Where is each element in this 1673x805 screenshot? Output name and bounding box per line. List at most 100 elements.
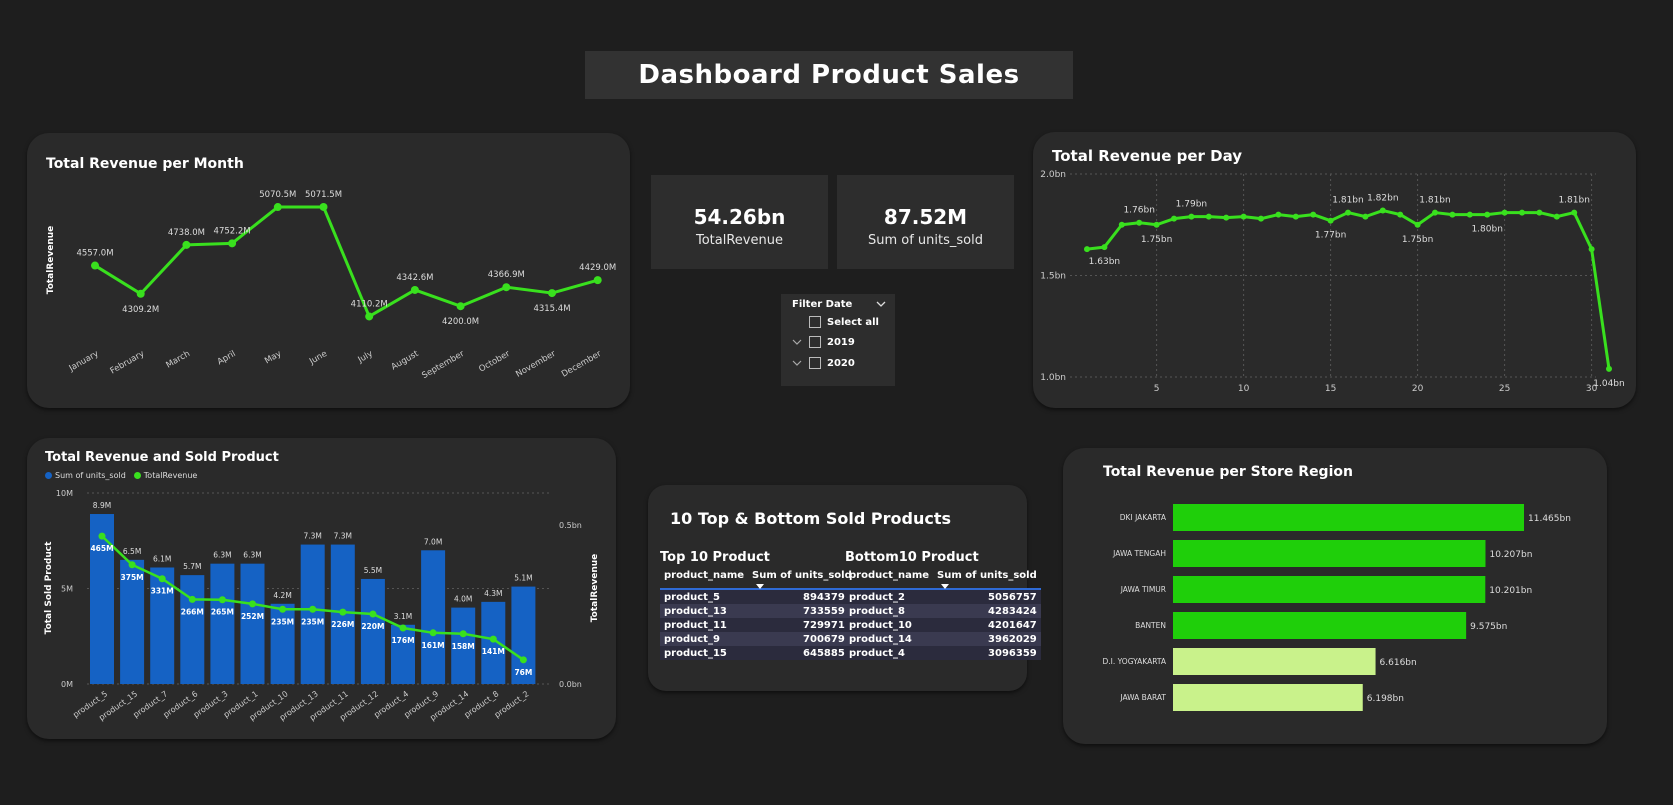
sort-desc-icon[interactable]: [941, 584, 950, 589]
table-row[interactable]: product_4 3096359: [845, 646, 1041, 660]
data-point: [1310, 211, 1317, 218]
units-sold-cell: 6458854: [803, 647, 852, 659]
y-tick-label: 1.5bn: [1040, 272, 1066, 282]
product-name-cell: product_9: [664, 633, 720, 645]
line-label: 220M: [361, 622, 384, 631]
table-row[interactable]: product_9 7006798: [660, 632, 856, 646]
data-point: [1153, 221, 1160, 228]
table-row[interactable]: product_15 6458854: [660, 646, 856, 660]
kpi-label: TotalRevenue: [696, 233, 783, 248]
data-point: [519, 656, 527, 664]
line-label: 158M: [452, 642, 475, 651]
column-header-label: Sum of units_sold: [937, 570, 1037, 581]
bar-label: 7.0M: [424, 537, 442, 546]
revenue-and-sold-product-card[interactable]: Total Revenue and Sold Product Sum of un…: [27, 438, 616, 739]
data-point: [91, 261, 99, 270]
checkbox[interactable]: [809, 336, 821, 348]
bar: [1173, 576, 1486, 603]
table-row[interactable]: product_2 5056757: [845, 589, 1041, 604]
data-point: [593, 276, 602, 285]
filter-item-2019[interactable]: 2019: [791, 336, 855, 348]
data-point: [1484, 211, 1491, 218]
category-label: BANTEN: [1135, 621, 1166, 630]
data-point: [1519, 209, 1525, 216]
revenue-per-region-card[interactable]: Total Revenue per Store Region DKI JAKAR…: [1063, 448, 1607, 744]
checkbox[interactable]: [809, 357, 821, 369]
data-label: 1.82bn: [1367, 194, 1398, 204]
product-name-cell: product_8: [849, 605, 905, 617]
bar-label: 5.1M: [514, 574, 532, 583]
filter-item-label: Select all: [827, 316, 879, 328]
x-tick-label: April: [216, 349, 238, 367]
data-point: [369, 610, 377, 618]
data-point: [218, 596, 226, 604]
line-label: 265M: [211, 608, 234, 617]
chevron-down-icon[interactable]: [781, 294, 895, 314]
data-label: 1.79bn: [1176, 200, 1207, 210]
data-point: [309, 605, 317, 613]
table-row[interactable]: product_5 8943791: [660, 589, 856, 604]
y-axis-title: TotalRevenue: [46, 226, 56, 295]
revenue-per-day-card[interactable]: Total Revenue per Day 1.0bn 1.5bn 2.0bn 5 10…: [1033, 132, 1636, 408]
line-label: 176M: [391, 636, 414, 645]
line-label: 465M: [90, 544, 113, 553]
table-row[interactable]: product_14 3962029: [845, 632, 1041, 646]
table-row[interactable]: product_10 4201647: [845, 618, 1041, 632]
y2-tick-label: 0.5bn: [559, 521, 582, 530]
bar-label: 9.575bn: [1470, 622, 1507, 632]
revenue-per-region-chart[interactable]: DKI JAKARTA 11.465bn JAWA TENGAH 10.207bn JA…: [1063, 448, 1607, 744]
kpi-units-sold[interactable]: 87.52M Sum of units_sold: [837, 175, 1014, 269]
y-tick-label: 5M: [61, 585, 73, 594]
table-row[interactable]: product_11 7299714: [660, 618, 856, 632]
category-label: D.I. YOGYAKARTA: [1103, 657, 1167, 666]
data-point: [1240, 213, 1247, 220]
kpi-label: Sum of units_sold: [867, 233, 983, 248]
bar: [1173, 612, 1467, 639]
data-point: [1084, 246, 1090, 253]
data-label: 4429.0M: [579, 263, 616, 273]
data-point: [502, 283, 511, 292]
sort-desc-icon[interactable]: [756, 584, 765, 589]
data-point: [273, 203, 282, 212]
filter-item-select-all[interactable]: Select all: [809, 316, 879, 328]
table-row[interactable]: product_13 7335594: [660, 604, 856, 618]
line-label: 252M: [241, 612, 264, 621]
bar-label: 10.201bn: [1489, 586, 1532, 596]
table-row[interactable]: product_8 4283424: [845, 604, 1041, 618]
filter-date-slicer[interactable]: Filter Date Select all 2019 2020: [781, 294, 895, 386]
kpi-value: 54.26bn: [693, 205, 786, 229]
bar-label: 4.2M: [273, 591, 291, 600]
data-label: 1.75bn: [1141, 235, 1172, 245]
checkbox[interactable]: [809, 316, 821, 328]
top-10-table[interactable]: product_name Sum of units_sold product_5…: [660, 567, 856, 660]
revenue-line: [94, 205, 599, 318]
line-label: 331M: [151, 587, 174, 596]
revenue-and-sold-product-chart[interactable]: Total Sold Product TotalRevenue 0M 5M 10M 0.0…: [27, 438, 616, 739]
units-sold-cell: 5056757: [988, 591, 1037, 603]
column-header[interactable]: product_name: [845, 567, 934, 590]
x-tick-label: September: [420, 349, 466, 381]
bar: [1173, 684, 1363, 711]
x-tick-label: 25: [1499, 384, 1510, 394]
x-tick-label: March: [164, 349, 191, 371]
chevron-down-icon[interactable]: [791, 358, 803, 368]
filter-item-2020[interactable]: 2020: [791, 357, 855, 369]
revenue-per-day-chart[interactable]: 1.0bn1.5bn2.0bn5 10 15 20 25 301.63bn1.76bn1.…: [1033, 132, 1636, 408]
revenue-per-month-chart[interactable]: TotalRevenue 4557.0M January 4309.2M Februar…: [27, 133, 630, 408]
revenue-per-month-card[interactable]: Total Revenue per Month TotalRevenue 4557…: [27, 133, 630, 408]
data-point: [1606, 365, 1612, 372]
top-bottom-products-card[interactable]: 10 Top & Bottom Sold Products Top 10 Pro…: [648, 485, 1041, 691]
bar-label: 6.198bn: [1367, 694, 1404, 704]
column-header[interactable]: product_name: [660, 567, 749, 590]
bottom-10-table[interactable]: product_name Sum of units_sold product_2…: [845, 567, 1041, 660]
column-header[interactable]: Sum of units_sold: [748, 567, 856, 590]
product-name-cell: product_4: [849, 647, 905, 659]
chevron-down-icon[interactable]: [791, 337, 803, 347]
y2-axis-title: TotalRevenue: [590, 554, 600, 623]
kpi-total-revenue[interactable]: 54.26bn TotalRevenue: [651, 175, 828, 269]
data-label: 4752.2M: [214, 226, 251, 236]
units-sold-cell: 4283424: [988, 605, 1037, 617]
bar: [1173, 504, 1524, 531]
column-header[interactable]: Sum of units_sold: [933, 567, 1041, 590]
data-point: [1501, 209, 1508, 216]
